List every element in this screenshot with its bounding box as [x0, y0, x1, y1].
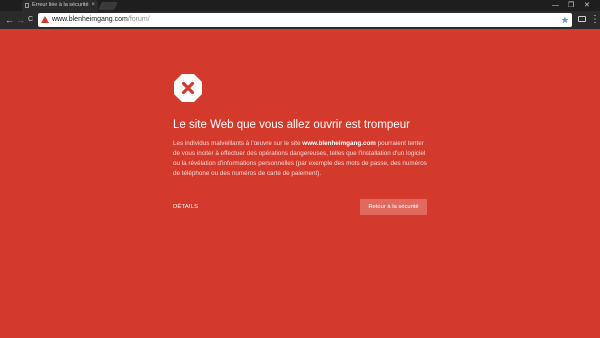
url-text[interactable]: www.blenheimgang.com/forum/ [52, 13, 150, 27]
warning-description: Les individus malveillants à l'œuvre sur… [173, 139, 431, 179]
error-x-icon [173, 73, 203, 103]
page-icon [25, 3, 29, 8]
reload-button[interactable]: C [28, 11, 33, 29]
page-title: Le site Web que vous allez ouvrir est tr… [173, 119, 410, 131]
details-link[interactable]: DÉTAILS [173, 204, 198, 210]
cast-icon[interactable] [578, 16, 586, 22]
close-window-button[interactable]: ✕ [584, 0, 590, 11]
interstitial-content: Le site Web que vous allez ouvrir est tr… [173, 73, 431, 179]
browser-toolbar: ← → C www.blenheimgang.com/forum/ ★ ⋮ [0, 11, 600, 29]
address-bar[interactable]: www.blenheimgang.com/forum/ ★ [38, 13, 572, 27]
desc-text-1: Les individus malveillants à l'œuvre sur… [173, 140, 303, 147]
star-icon[interactable]: ★ [561, 13, 569, 27]
back-to-safety-button[interactable]: Retour à la sécurité [360, 199, 427, 215]
tab-title: Erreur liée à la sécurité [32, 2, 89, 8]
forward-button[interactable]: → [16, 11, 25, 29]
browser-tab[interactable]: Erreur liée à la sécurité × [22, 0, 98, 11]
tab-strip: Erreur liée à la sécurité × — ❐ ✕ [0, 0, 600, 11]
tab-close-icon[interactable]: × [91, 0, 95, 11]
menu-icon[interactable]: ⋮ [590, 11, 600, 29]
new-tab-button[interactable] [98, 2, 118, 10]
warning-triangle-icon [41, 16, 49, 23]
back-button[interactable]: ← [5, 11, 14, 29]
url-host: www.blenheimgang.com [52, 16, 128, 23]
url-path: /forum/ [127, 16, 150, 23]
maximize-button[interactable]: ❐ [568, 0, 574, 11]
minimize-button[interactable]: — [552, 0, 559, 11]
desc-site: www.blenheimgang.com [302, 140, 376, 147]
